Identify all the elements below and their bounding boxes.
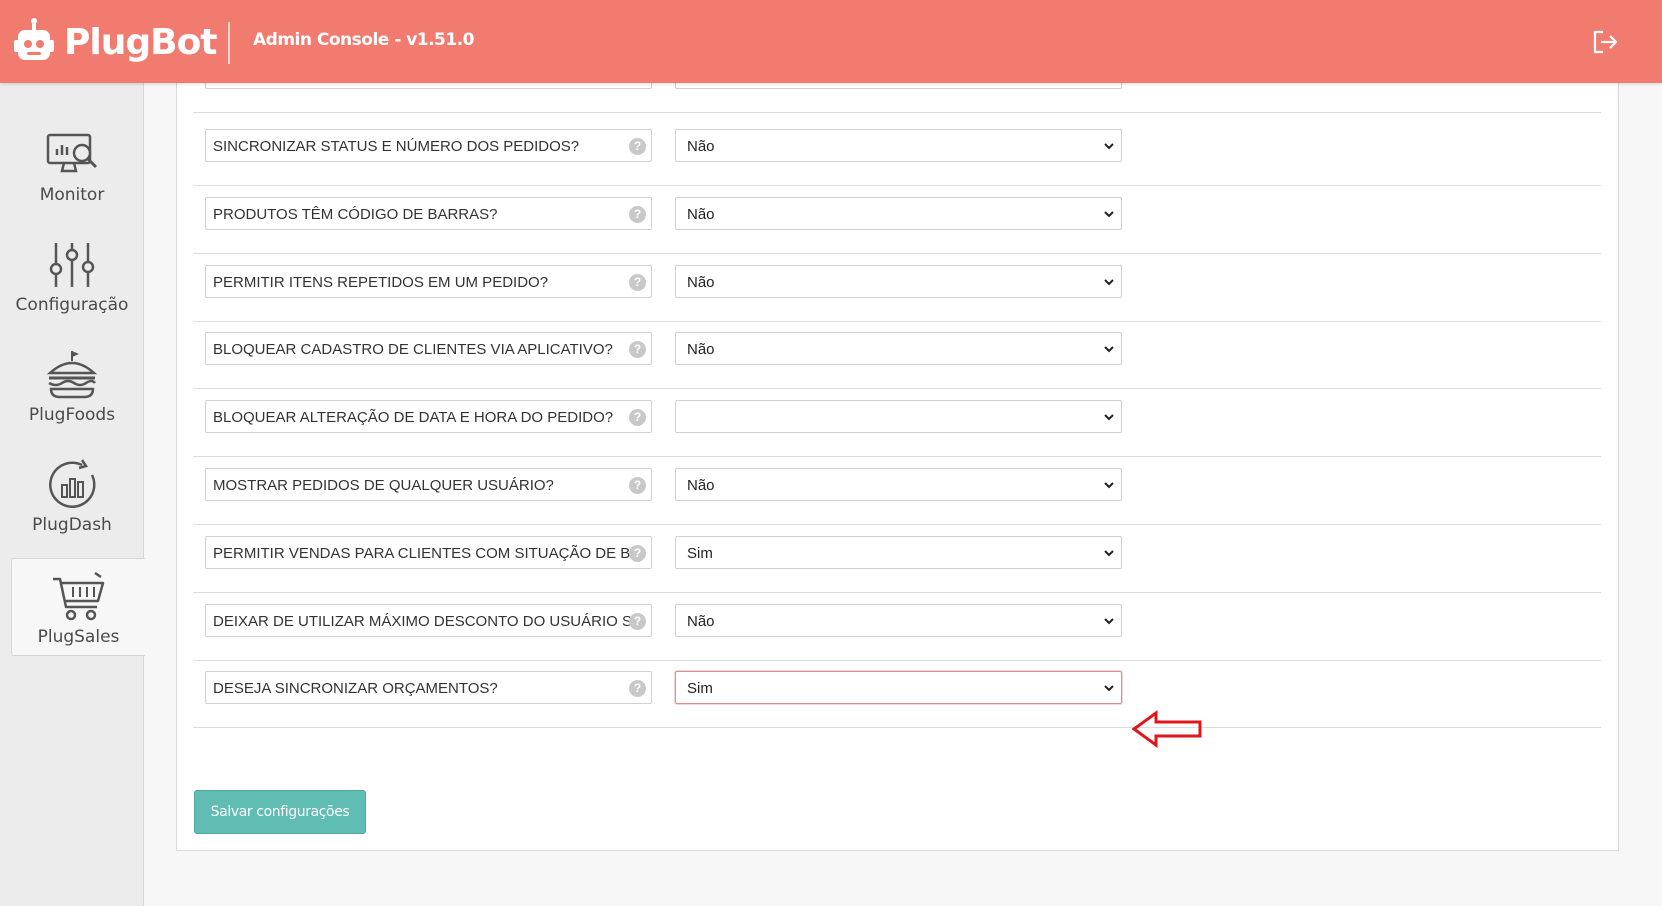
setting-label-box: PERMITIR ITENS REPETIDOS EM UM PEDIDO?? [205, 265, 652, 298]
setting-label-box: BLOQUEAR CADASTRO DE CLIENTES VIA APLICA… [205, 332, 652, 365]
setting-label: BLOQUEAR ALTERAÇÃO DE DATA E HORA DO PED… [213, 409, 614, 426]
sidebar-item-configuracao[interactable]: Configuração [0, 223, 144, 333]
help-icon[interactable]: ? [629, 680, 646, 697]
setting-label-box: DEIXAR DE UTILIZAR MÁXIMO DESCONTO DO US… [205, 604, 652, 637]
setting-row: PRODUTOS TÊM CÓDIGO DE BARRAS?? Não [193, 183, 1601, 254]
setting-select-value: Sim [687, 545, 713, 562]
cart-icon [52, 571, 104, 621]
chevron-down-icon [1104, 550, 1114, 557]
setting-row: MOSTRAR PEDIDOS DE QUALQUER USUÁRIO?? Não [193, 454, 1601, 525]
sidebar-item-label: PlugSales [37, 627, 120, 647]
setting-select[interactable]: Sim [675, 536, 1122, 569]
sidebar: Monitor Configuração PlugFoods PlugDash … [0, 83, 145, 906]
setting-label: DEIXAR DE UTILIZAR MÁXIMO DESCONTO DO US… [213, 613, 643, 630]
setting-row: DESEJA SINCRONIZAR ORÇAMENTOS?? Sim [193, 657, 1601, 728]
sidebar-item-label: Configuração [15, 295, 129, 315]
sidebar-item-label: Monitor [39, 185, 105, 205]
setting-label: MOSTRAR PEDIDOS DE QUALQUER USUÁRIO? [213, 477, 554, 494]
setting-select[interactable]: Não [675, 332, 1122, 365]
dashboard-chart-icon [49, 459, 96, 508]
setting-row: SINCRONIZAR STATUS E NÚMERO DOS PEDIDOS?… [193, 115, 1601, 186]
sidebar-item-monitor[interactable]: Monitor [0, 113, 144, 223]
setting-select-value: Não [687, 477, 715, 494]
setting-select-value: Não [687, 206, 715, 223]
setting-select-value: Não [687, 613, 715, 630]
setting-label-box: MOSTRAR PEDIDOS DE QUALQUER USUÁRIO?? [205, 468, 652, 501]
help-icon[interactable]: ? [629, 477, 646, 494]
sidebar-item-label: PlugDash [32, 515, 112, 535]
help-icon[interactable]: ? [629, 545, 646, 562]
setting-row: PERMITIR VENDAS PARA CLIENTES COM SITUAÇ… [193, 522, 1601, 593]
logout-icon[interactable] [1590, 27, 1620, 57]
setting-label-box: DESEJA SINCRONIZAR ORÇAMENTOS?? [205, 671, 652, 704]
setting-label: SINCRONIZAR STATUS E NÚMERO DOS PEDIDOS? [213, 138, 580, 155]
setting-row: BLOQUEAR CADASTRO DE CLIENTES VIA APLICA… [193, 318, 1601, 389]
sliders-icon [49, 243, 95, 287]
header-divider [228, 22, 230, 64]
setting-select[interactable]: Não [675, 468, 1122, 501]
chevron-down-icon [1104, 143, 1114, 150]
chevron-down-icon [1104, 211, 1114, 218]
plugbot-logo: PlugBot [14, 18, 218, 66]
sidebar-item-plugfoods[interactable]: PlugFoods [0, 333, 144, 443]
chevron-down-icon [1104, 414, 1114, 421]
setting-label: PERMITIR ITENS REPETIDOS EM UM PEDIDO? [213, 274, 549, 291]
chevron-down-icon [1104, 279, 1114, 286]
help-icon[interactable]: ? [629, 206, 646, 223]
setting-select[interactable]: Não [675, 604, 1122, 637]
setting-select[interactable] [675, 400, 1122, 433]
setting-label: DESEJA SINCRONIZAR ORÇAMENTOS? [213, 680, 498, 697]
settings-panel: BLOQUEAR VENDA DE PRODUTOS QUE ESTEJAM C… [176, 56, 1619, 851]
setting-select-value: Não [687, 138, 715, 155]
chevron-down-icon [1104, 685, 1114, 692]
save-settings-button[interactable]: Salvar configurações [194, 790, 366, 834]
page-title: Admin Console - v1.51.0 [253, 30, 475, 50]
help-icon[interactable]: ? [629, 409, 646, 426]
setting-select[interactable]: Não [675, 197, 1122, 230]
setting-label-box: PERMITIR VENDAS PARA CLIENTES COM SITUAÇ… [205, 536, 652, 569]
setting-row: BLOQUEAR ALTERAÇÃO DE DATA E HORA DO PED… [193, 386, 1601, 457]
setting-select-value: Não [687, 274, 715, 291]
setting-label-box: PRODUTOS TÊM CÓDIGO DE BARRAS?? [205, 197, 652, 230]
help-icon[interactable]: ? [629, 138, 646, 155]
setting-select-value: Sim [687, 680, 713, 697]
chevron-down-icon [1104, 482, 1114, 489]
monitor-icon [46, 133, 98, 173]
setting-select[interactable]: Não [675, 265, 1122, 298]
chevron-down-icon [1104, 618, 1114, 625]
annotation-arrow-icon [1131, 710, 1202, 748]
setting-label: BLOQUEAR CADASTRO DE CLIENTES VIA APLICA… [213, 341, 613, 358]
setting-label-box: BLOQUEAR ALTERAÇÃO DE DATA E HORA DO PED… [205, 400, 652, 433]
robot-logo-icon [14, 18, 54, 60]
help-icon[interactable]: ? [629, 274, 646, 291]
help-icon[interactable]: ? [629, 613, 646, 630]
chevron-down-icon [1104, 346, 1114, 353]
setting-label-box: SINCRONIZAR STATUS E NÚMERO DOS PEDIDOS?… [205, 129, 652, 162]
setting-select[interactable]: Sim [675, 671, 1122, 704]
burger-icon [46, 351, 98, 399]
help-icon[interactable]: ? [629, 341, 646, 358]
setting-label: PERMITIR VENDAS PARA CLIENTES COM SITUAÇ… [213, 545, 639, 562]
app-name: PlugBot [64, 21, 218, 63]
sidebar-item-plugsales[interactable]: PlugSales [11, 558, 145, 656]
setting-select[interactable]: Não [675, 129, 1122, 162]
sidebar-item-label: PlugFoods [28, 405, 116, 425]
sidebar-item-plugdash[interactable]: PlugDash [0, 443, 144, 553]
top-header: PlugBot Admin Console - v1.51.0 [0, 0, 1662, 83]
setting-row: DEIXAR DE UTILIZAR MÁXIMO DESCONTO DO US… [193, 590, 1601, 661]
setting-row: PERMITIR ITENS REPETIDOS EM UM PEDIDO?? N… [193, 251, 1601, 322]
setting-label: PRODUTOS TÊM CÓDIGO DE BARRAS? [213, 206, 498, 223]
setting-select-value: Não [687, 341, 715, 358]
